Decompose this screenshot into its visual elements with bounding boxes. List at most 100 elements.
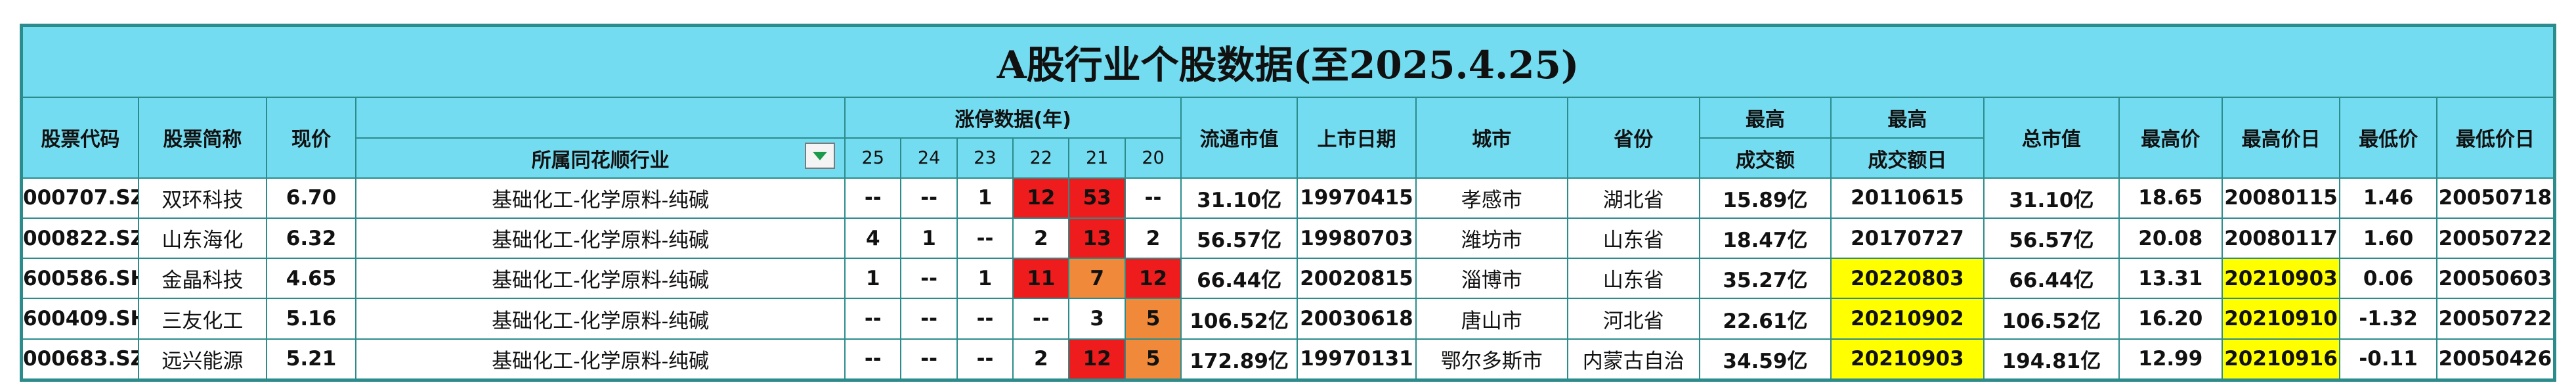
header-float-cap[interactable]: 流通市值 (1180, 97, 1299, 179)
header-low-price-date[interactable]: 最低价日 (2436, 97, 2555, 179)
header-low-price[interactable]: 最低价 (2339, 97, 2437, 179)
header-year-22[interactable]: 22 (1012, 137, 1070, 179)
cell-float-cap[interactable]: 66.44亿 (1180, 258, 1299, 300)
cell-max-turnover-date[interactable]: 20210902 (1830, 298, 1985, 340)
cell-industry[interactable]: 基础化工-化学原料-纯碱 (355, 217, 846, 260)
cell-total-cap[interactable]: 66.44亿 (1983, 258, 2120, 300)
cell-high-price-date[interactable]: 20080117 (2221, 217, 2341, 260)
cell-low-price[interactable]: -1.32 (2339, 298, 2437, 340)
cell-stock-name[interactable]: 远兴能源 (137, 338, 267, 380)
cell-year-23[interactable]: -- (956, 338, 1014, 380)
cell-city[interactable]: 鄂尔多斯市 (1415, 338, 1568, 380)
cell-year-24[interactable]: -- (900, 258, 958, 300)
header-year-24[interactable]: 24 (900, 137, 958, 179)
cell-high-price-date[interactable]: 20080115 (2221, 177, 2341, 219)
cell-high-price[interactable]: 20.08 (2118, 217, 2223, 260)
cell-year-25[interactable]: 1 (844, 258, 902, 300)
cell-low-price[interactable]: -0.11 (2339, 338, 2437, 380)
cell-high-price[interactable]: 12.99 (2118, 338, 2223, 380)
cell-stock-code[interactable]: 600586.SH (22, 258, 139, 300)
cell-province[interactable]: 山东省 (1566, 258, 1700, 300)
cell-low-price[interactable]: 1.60 (2339, 217, 2437, 260)
header-stock-code[interactable]: 股票代码 (22, 97, 139, 179)
cell-city[interactable]: 唐山市 (1415, 298, 1568, 340)
cell-stock-code[interactable]: 000683.SZ (22, 338, 139, 380)
cell-low-price-date[interactable]: 20050722 (2436, 217, 2555, 260)
cell-price[interactable]: 6.70 (265, 177, 357, 219)
cell-year-25[interactable]: -- (844, 338, 902, 380)
cell-year-21[interactable]: 13 (1068, 217, 1126, 260)
cell-year-23[interactable]: 1 (956, 177, 1014, 219)
table-row[interactable]: 000683.SZ 远兴能源 5.21 基础化工-化学原料-纯碱 -- -- -… (22, 338, 2555, 380)
cell-list-date[interactable]: 20020815 (1297, 258, 1417, 300)
cell-year-20[interactable]: 5 (1124, 298, 1182, 340)
cell-year-22[interactable]: -- (1012, 298, 1070, 340)
cell-low-price[interactable]: 0.06 (2339, 258, 2437, 300)
cell-year-23[interactable]: -- (956, 298, 1014, 340)
cell-year-25[interactable]: -- (844, 298, 902, 340)
cell-year-20[interactable]: -- (1124, 177, 1182, 219)
table-row[interactable]: 600409.SH 三友化工 5.16 基础化工-化学原料-纯碱 -- -- -… (22, 298, 2555, 340)
header-list-date[interactable]: 上市日期 (1297, 97, 1417, 179)
cell-year-21[interactable]: 53 (1068, 177, 1126, 219)
cell-year-23[interactable]: -- (956, 217, 1014, 260)
cell-total-cap[interactable]: 56.57亿 (1983, 217, 2120, 260)
cell-max-turnover-date[interactable]: 20220803 (1830, 258, 1985, 300)
cell-low-price-date[interactable]: 20050426 (2436, 338, 2555, 380)
header-year-25[interactable]: 25 (844, 137, 902, 179)
cell-float-cap[interactable]: 31.10亿 (1180, 177, 1299, 219)
cell-high-price-date[interactable]: 20210916 (2221, 338, 2341, 380)
cell-year-23[interactable]: 1 (956, 258, 1014, 300)
cell-price[interactable]: 6.32 (265, 217, 357, 260)
cell-year-20[interactable]: 12 (1124, 258, 1182, 300)
cell-low-price[interactable]: 1.46 (2339, 177, 2437, 219)
cell-high-price[interactable]: 13.31 (2118, 258, 2223, 300)
cell-province[interactable]: 湖北省 (1566, 177, 1700, 219)
table-row[interactable]: 000707.SZ 双环科技 6.70 基础化工-化学原料-纯碱 -- -- 1… (22, 177, 2555, 219)
header-stock-name[interactable]: 股票简称 (137, 97, 267, 179)
table-row[interactable]: 600586.SH 金晶科技 4.65 基础化工-化学原料-纯碱 1 -- 1 … (22, 258, 2555, 300)
cell-low-price-date[interactable]: 20050722 (2436, 298, 2555, 340)
cell-province[interactable]: 内蒙古自治 (1566, 338, 1700, 380)
cell-max-turnover[interactable]: 18.47亿 (1698, 217, 1832, 260)
cell-total-cap[interactable]: 31.10亿 (1983, 177, 2120, 219)
cell-industry[interactable]: 基础化工-化学原料-纯碱 (355, 338, 846, 380)
cell-float-cap[interactable]: 106.52亿 (1180, 298, 1299, 340)
cell-year-25[interactable]: -- (844, 177, 902, 219)
cell-industry[interactable]: 基础化工-化学原料-纯碱 (355, 258, 846, 300)
cell-high-price-date[interactable]: 20210903 (2221, 258, 2341, 300)
cell-stock-name[interactable]: 山东海化 (137, 217, 267, 260)
cell-city[interactable]: 淄博市 (1415, 258, 1568, 300)
header-max-turnover-date-top[interactable]: 最高 (1830, 97, 1985, 139)
filter-dropdown-button[interactable] (805, 143, 836, 170)
cell-year-22[interactable]: 12 (1012, 177, 1070, 219)
header-high-price-date[interactable]: 最高价日 (2221, 97, 2341, 179)
header-max-turnover-top[interactable]: 最高 (1698, 97, 1832, 139)
cell-year-25[interactable]: 4 (844, 217, 902, 260)
cell-list-date[interactable]: 20030618 (1297, 298, 1417, 340)
cell-high-price[interactable]: 18.65 (2118, 177, 2223, 219)
cell-year-24[interactable]: -- (900, 338, 958, 380)
cell-stock-code[interactable]: 000707.SZ (22, 177, 139, 219)
header-high-price[interactable]: 最高价 (2118, 97, 2223, 179)
header-province[interactable]: 省份 (1566, 97, 1700, 179)
cell-high-price-date[interactable]: 20210910 (2221, 298, 2341, 340)
cell-year-24[interactable]: -- (900, 298, 958, 340)
cell-price[interactable]: 4.65 (265, 258, 357, 300)
cell-max-turnover[interactable]: 35.27亿 (1698, 258, 1832, 300)
header-industry[interactable]: 所属同花顺行业 (355, 137, 846, 179)
cell-price[interactable]: 5.21 (265, 338, 357, 380)
cell-stock-name[interactable]: 双环科技 (137, 177, 267, 219)
cell-price[interactable]: 5.16 (265, 298, 357, 340)
cell-max-turnover[interactable]: 34.59亿 (1698, 338, 1832, 380)
cell-year-21[interactable]: 7 (1068, 258, 1126, 300)
cell-industry[interactable]: 基础化工-化学原料-纯碱 (355, 298, 846, 340)
header-limit-up[interactable]: 涨停数据(年) (844, 97, 1182, 139)
cell-high-price[interactable]: 16.20 (2118, 298, 2223, 340)
cell-province[interactable]: 河北省 (1566, 298, 1700, 340)
header-total-cap[interactable]: 总市值 (1983, 97, 2120, 179)
cell-year-24[interactable]: 1 (900, 217, 958, 260)
cell-year-21[interactable]: 3 (1068, 298, 1126, 340)
header-city[interactable]: 城市 (1415, 97, 1568, 179)
cell-max-turnover[interactable]: 15.89亿 (1698, 177, 1832, 219)
